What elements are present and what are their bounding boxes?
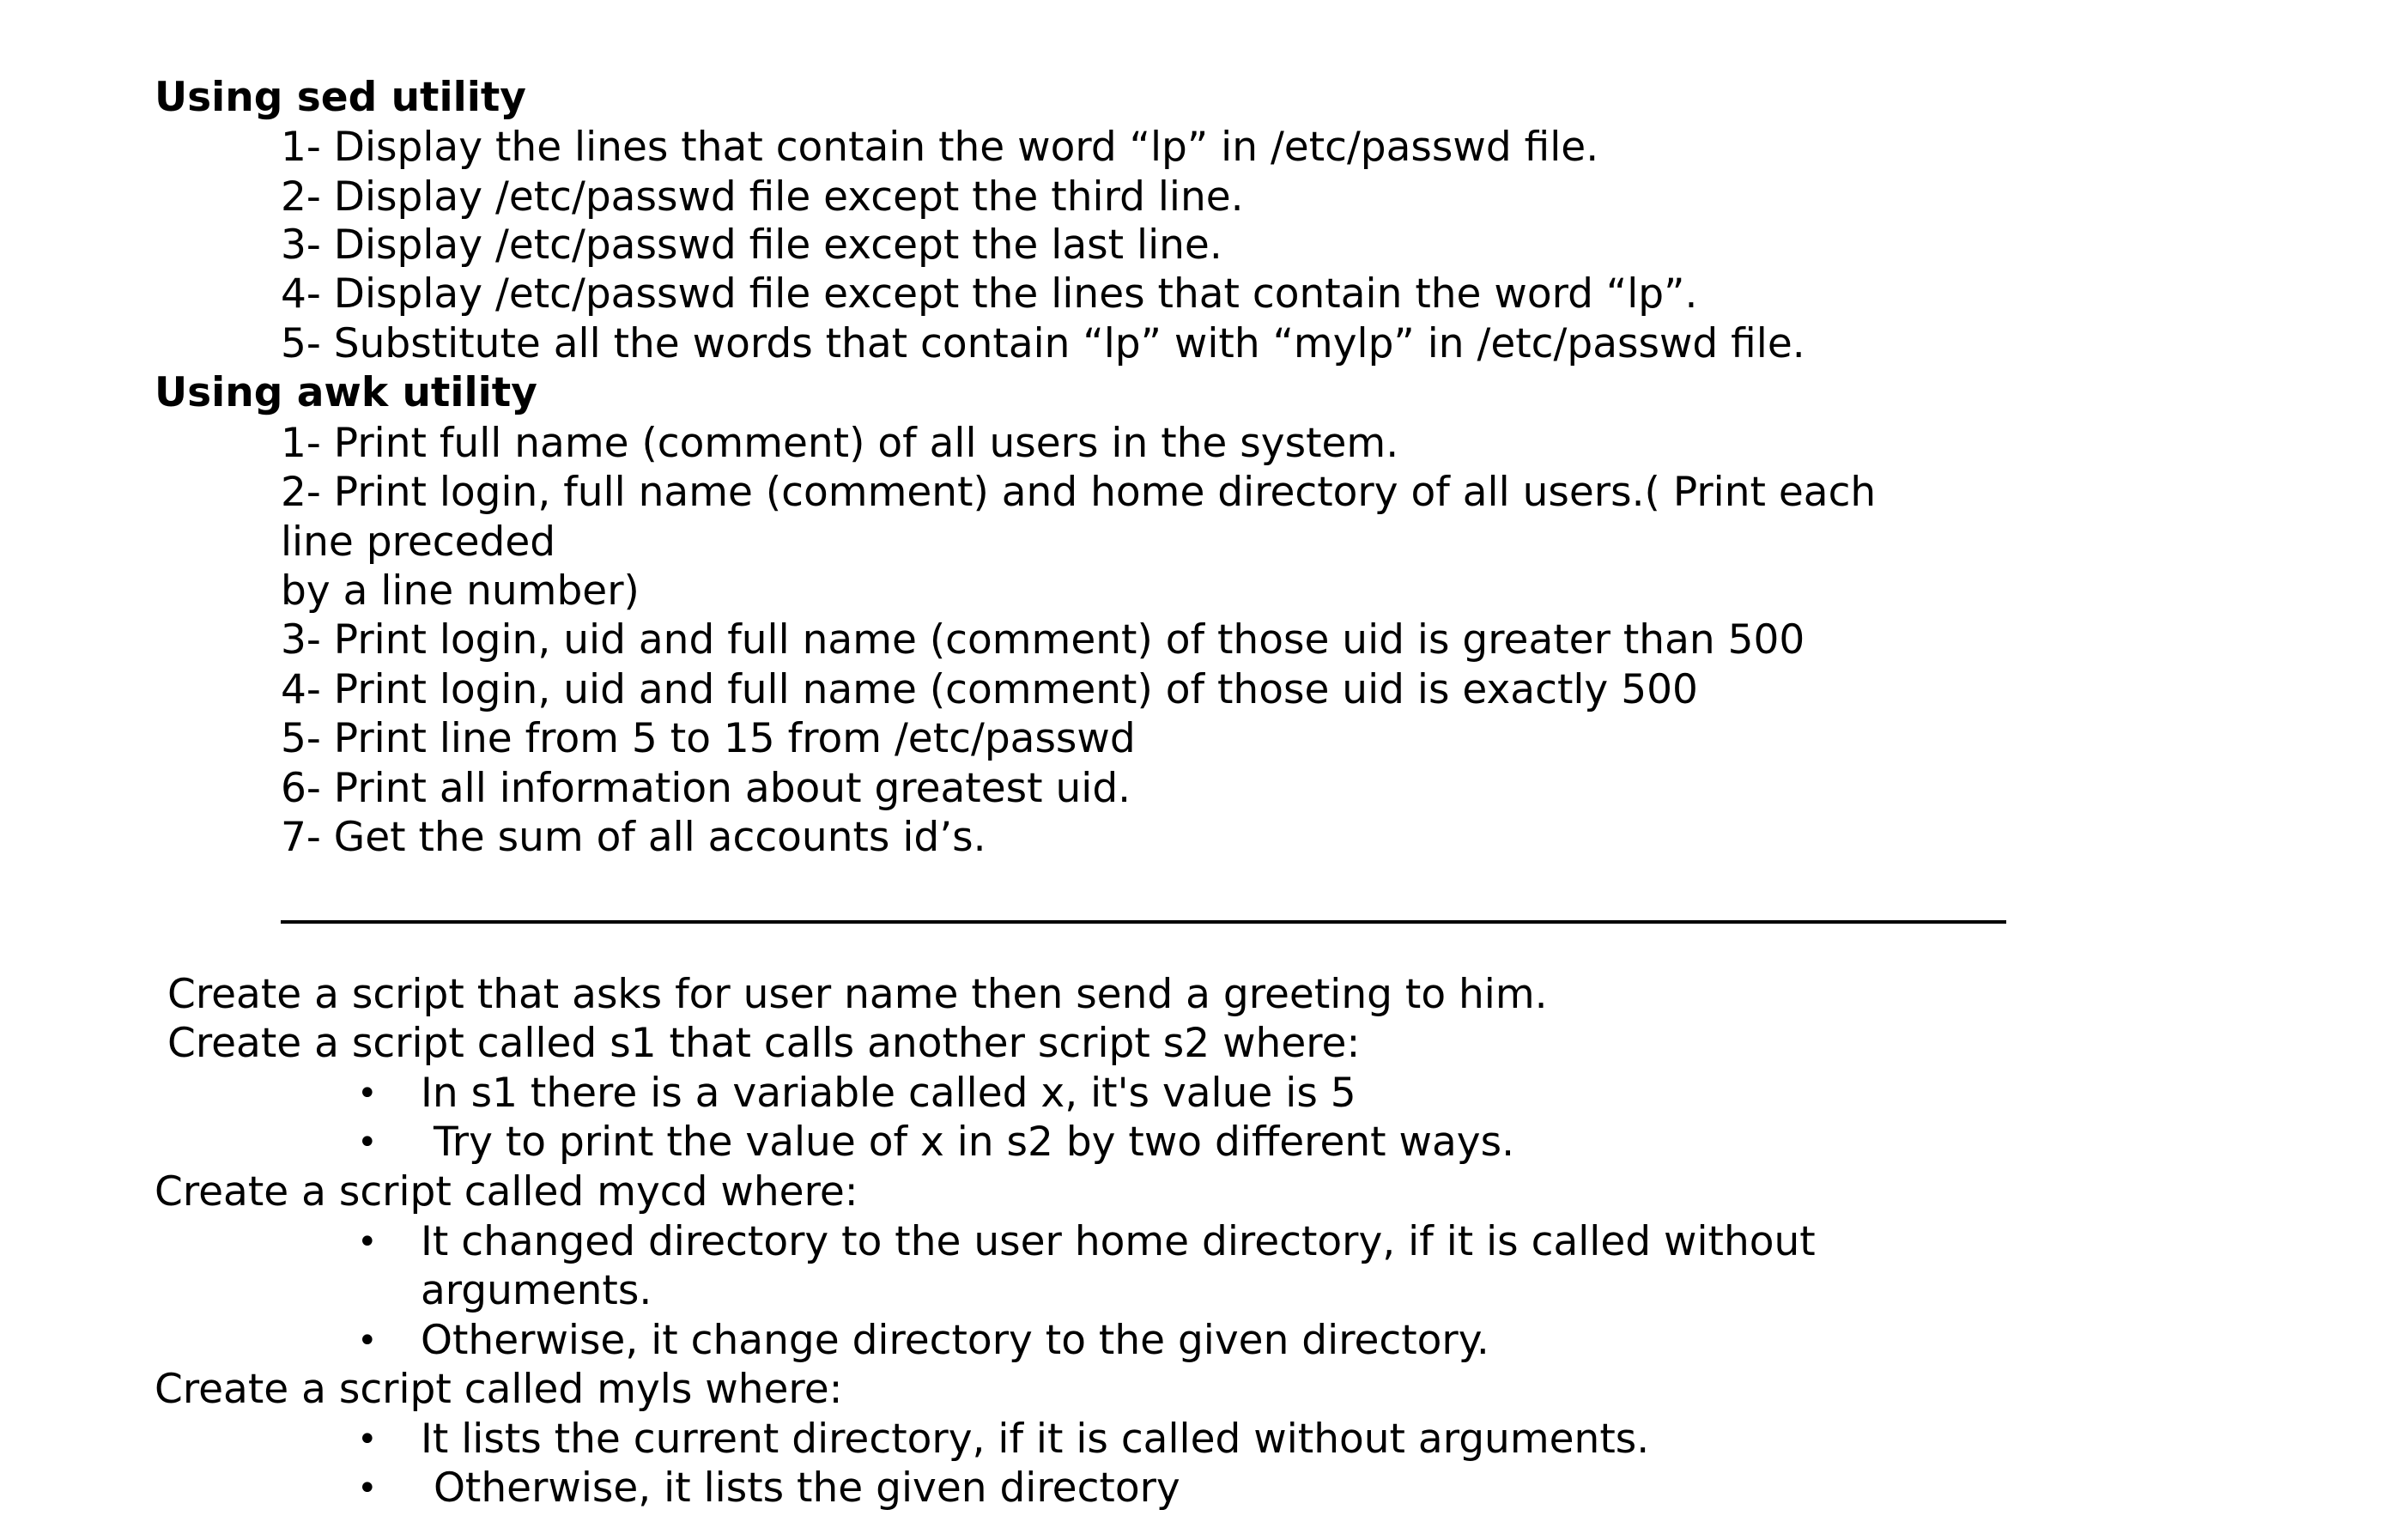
mycd-bullet-1: It changed directory to the user home di… — [421, 1218, 1816, 1265]
section-divider — [281, 920, 2006, 924]
bullet-marker: • — [357, 1469, 378, 1508]
awk-item-4: 4- Print login, uid and full name (comme… — [281, 666, 1698, 713]
sed-section-heading: Using sed utility — [155, 74, 526, 121]
sed-item-2: 2- Display /etc/passwd file except the t… — [281, 173, 1244, 221]
mycd-bullet-1-cont: arguments. — [421, 1267, 652, 1314]
mycd-bullet-2: Otherwise, it change directory to the gi… — [421, 1317, 1489, 1364]
bullet-marker: • — [357, 1321, 378, 1361]
awk-item-6: 6- Print all information about greatest … — [281, 765, 1131, 812]
sed-item-1: 1- Display the lines that contain the wo… — [281, 124, 1599, 171]
sed-item-5: 5- Substitute all the words that contain… — [281, 320, 1805, 367]
myls-script-intro: Create a script called myls where: — [155, 1366, 843, 1413]
s1-bullet-1: In s1 there is a variable called x, it's… — [421, 1070, 1356, 1117]
awk-item-2-cont-a: line preceded — [281, 518, 556, 566]
s1-bullet-2: Try to print the value of x in s2 by two… — [421, 1119, 1515, 1166]
awk-section-heading: Using awk utility — [155, 369, 537, 416]
greeting-script-task: Create a script that asks for user name … — [167, 971, 1548, 1018]
bullet-marker: • — [357, 1222, 378, 1262]
myls-bullet-1: It lists the current directory, if it is… — [421, 1416, 1650, 1463]
awk-item-2: 2- Print login, full name (comment) and … — [281, 469, 1877, 516]
awk-item-2-cont-b: by a line number) — [281, 567, 640, 615]
bullet-marker: • — [357, 1420, 378, 1459]
myls-bullet-2: Otherwise, it lists the given directory — [421, 1464, 1180, 1512]
document-page: { "sed_section": { "heading": "Using sed… — [0, 0, 2402, 1540]
s1-script-intro: Create a script called s1 that calls ano… — [167, 1020, 1361, 1067]
awk-item-5: 5- Print line from 5 to 15 from /etc/pas… — [281, 715, 1136, 762]
awk-item-7: 7- Get the sum of all accounts id’s. — [281, 814, 986, 861]
sed-item-3: 3- Display /etc/passwd file except the l… — [281, 221, 1222, 269]
mycd-script-intro: Create a script called mycd where: — [155, 1168, 858, 1216]
sed-item-4: 4- Display /etc/passwd file except the l… — [281, 270, 1698, 318]
bullet-marker: • — [357, 1074, 378, 1113]
awk-item-1: 1- Print full name (comment) of all user… — [281, 420, 1399, 467]
awk-item-3: 3- Print login, uid and full name (comme… — [281, 616, 1805, 664]
bullet-marker: • — [357, 1123, 378, 1162]
